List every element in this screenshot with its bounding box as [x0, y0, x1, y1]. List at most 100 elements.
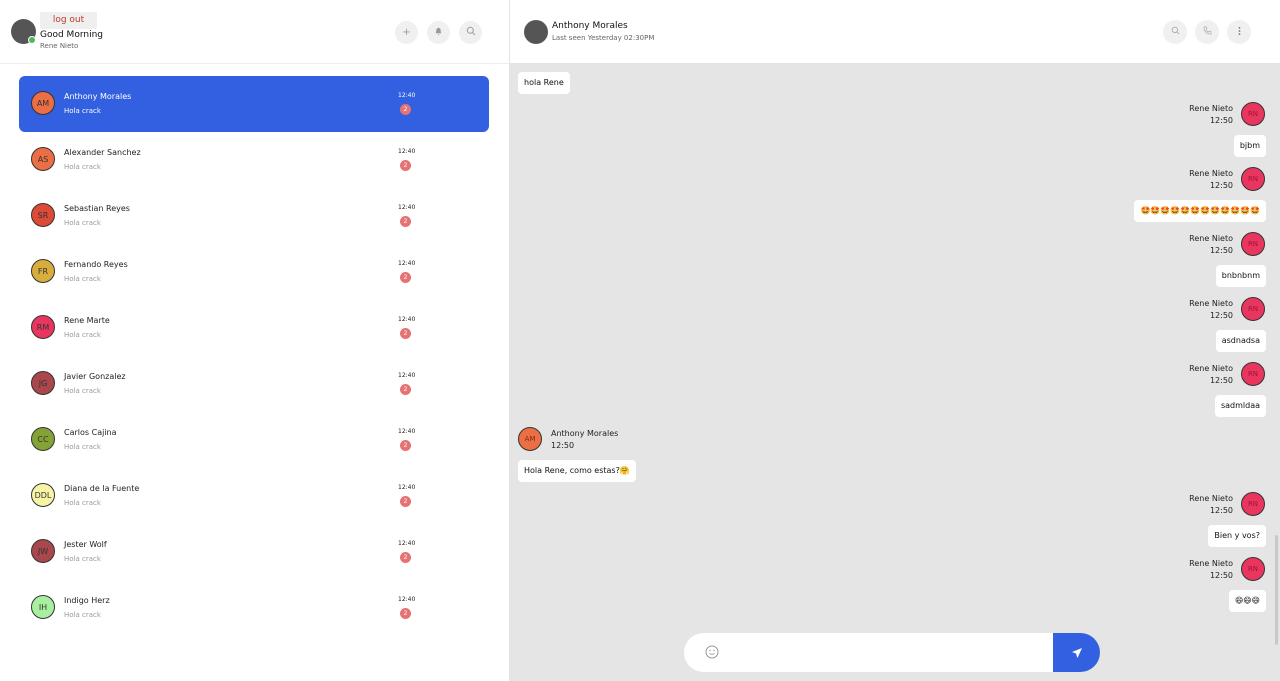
chat-name: Diana de la Fuente [64, 484, 140, 493]
chat-list-item[interactable]: JG Javier Gonzalez Hola crack 12:40 2 [19, 356, 489, 412]
chat-preview: Hola crack [64, 107, 101, 115]
message-meta: Rene Nieto 12:50 [1189, 558, 1233, 582]
chat-list-item[interactable]: FR Fernando Reyes Hola crack 12:40 2 [19, 244, 489, 300]
message-bubble[interactable]: 😄😄😄 [1228, 590, 1266, 612]
chat-list-item[interactable]: DDL Diana de la Fuente Hola crack 12:40 2 [19, 468, 489, 524]
chat-time: 12:40 [398, 372, 416, 379]
message-input[interactable] [730, 642, 1040, 664]
chat-name: Sebastian Reyes [64, 204, 130, 213]
current-user-name: Rene Nieto [40, 42, 79, 50]
chat-time: 12:40 [398, 204, 416, 211]
search-chats-button[interactable] [459, 21, 482, 44]
chat-name: Indigo Herz [64, 596, 110, 605]
send-button[interactable] [1053, 633, 1100, 672]
emoji-button[interactable] [704, 645, 719, 660]
avatar: JW [31, 539, 55, 563]
notifications-button[interactable] [427, 21, 450, 44]
bell-icon [434, 27, 443, 39]
more-vertical-icon [1235, 26, 1244, 39]
chat-list-item[interactable]: AS Alexander Sanchez Hola crack 12:40 2 [19, 132, 489, 188]
chat-preview: Hola crack [64, 387, 101, 395]
unread-badge: 2 [400, 216, 411, 227]
message-composer [684, 633, 1100, 672]
new-chat-button[interactable]: + [395, 21, 418, 44]
message-time: 12:50 [1209, 571, 1233, 580]
unread-badge: 2 [400, 440, 411, 451]
chat-preview: Hola crack [64, 219, 101, 227]
message-sender: Rene Nieto [1189, 494, 1233, 503]
message-meta: Rene Nieto 12:50 [1189, 103, 1233, 127]
avatar[interactable] [524, 20, 548, 44]
scrollbar[interactable] [1275, 535, 1278, 645]
chat-time: 12:40 [398, 92, 416, 99]
chat-preview: Hola crack [64, 555, 101, 563]
message-bubble[interactable]: asdnadsa [1215, 330, 1266, 352]
chat-time: 12:40 [398, 148, 416, 155]
unread-badge: 2 [400, 608, 411, 619]
message-meta: Rene Nieto 12:50 [1189, 233, 1233, 257]
message-time: 12:50 [1209, 181, 1233, 190]
chat-list-item[interactable]: CC Carlos Cajina Hola crack 12:40 2 [19, 412, 489, 468]
search-icon [1171, 26, 1180, 38]
message-thread[interactable]: hola Rene RN Rene Nieto 12:50 bjbm RN Rene Nie… [510, 64, 1280, 681]
search-icon [466, 26, 476, 39]
chat-list-item[interactable]: RM Rene Marte Hola crack 12:40 2 [19, 300, 489, 356]
avatar: SR [31, 203, 55, 227]
avatar: RM [31, 315, 55, 339]
unread-badge: 2 [400, 328, 411, 339]
avatar: AM [31, 91, 55, 115]
logout-button[interactable]: log out [40, 12, 97, 29]
chat-preview: Hola crack [64, 275, 101, 283]
avatar: RN [1241, 167, 1265, 191]
search-messages-button[interactable] [1163, 20, 1187, 44]
message-bubble[interactable]: sadmldaa [1214, 395, 1266, 417]
unread-badge: 2 [400, 272, 411, 283]
message-bubble[interactable]: Bien y vos? [1208, 525, 1266, 547]
message-bubble[interactable]: Hola Rene, como estas?🤗 [518, 460, 636, 482]
chat-name: Carlos Cajina [64, 428, 117, 437]
unread-badge: 2 [400, 552, 411, 563]
message-time: 12:50 [1209, 246, 1233, 255]
chat-list-item[interactable]: IH Indigo Herz Hola crack 12:40 2 [19, 580, 489, 636]
chat-list: AM Anthony Morales Hola crack 12:40 2 AS Alexa… [19, 76, 489, 636]
conversation-panel: Anthony Morales Last seen Yesterday 02:3… [510, 0, 1280, 681]
avatar: RN [1241, 102, 1265, 126]
message-bubble[interactable]: bjbm [1233, 135, 1266, 157]
message-time: 12:50 [1209, 506, 1233, 515]
chat-list-item[interactable]: AM Anthony Morales Hola crack 12:40 2 [19, 76, 489, 132]
online-status-dot [28, 36, 36, 44]
chat-preview: Hola crack [64, 611, 101, 619]
avatar: RN [1241, 362, 1265, 386]
message-sender: Rene Nieto [1189, 234, 1233, 243]
message-bubble[interactable]: 🤩🤩🤩🤩🤩🤩🤩🤩🤩🤩🤩🤩 [1134, 200, 1266, 222]
message-time: 12:50 [1209, 116, 1233, 125]
call-button[interactable] [1195, 20, 1219, 44]
chat-time: 12:40 [398, 316, 416, 323]
plus-icon: + [402, 27, 411, 38]
message-meta: Rene Nieto 12:50 [1189, 363, 1233, 387]
unread-badge: 2 [400, 160, 411, 171]
greeting-text: Good Morning [40, 30, 103, 40]
message-sender: Rene Nieto [1189, 169, 1233, 178]
message-bubble[interactable]: bnbnbnm [1215, 265, 1266, 287]
chat-list-item[interactable]: JW Jester Wolf Hola crack 12:40 2 [19, 524, 489, 580]
message-sender: Anthony Morales [551, 429, 619, 438]
avatar: JG [31, 371, 55, 395]
chat-name: Javier Gonzalez [64, 372, 126, 381]
smile-icon [705, 645, 718, 659]
message-meta: Rene Nieto 12:50 [1189, 298, 1233, 322]
avatar: RN [1241, 232, 1265, 256]
message-sender: Rene Nieto [1189, 299, 1233, 308]
message-bubble[interactable]: hola Rene [518, 72, 570, 94]
sidebar-header: log out Good Morning Rene Nieto + [0, 0, 509, 64]
message-time: 12:50 [1209, 376, 1233, 385]
chat-list-item[interactable]: SR Sebastian Reyes Hola crack 12:40 2 [19, 188, 489, 244]
avatar: CC [31, 427, 55, 451]
chat-name: Rene Marte [64, 316, 110, 325]
message-sender: Rene Nieto [1189, 104, 1233, 113]
chat-preview: Hola crack [64, 443, 101, 451]
message-time: 12:50 [1209, 311, 1233, 320]
unread-badge: 2 [400, 496, 411, 507]
more-options-button[interactable] [1227, 20, 1251, 44]
message-meta: Rene Nieto 12:50 [1189, 493, 1233, 517]
